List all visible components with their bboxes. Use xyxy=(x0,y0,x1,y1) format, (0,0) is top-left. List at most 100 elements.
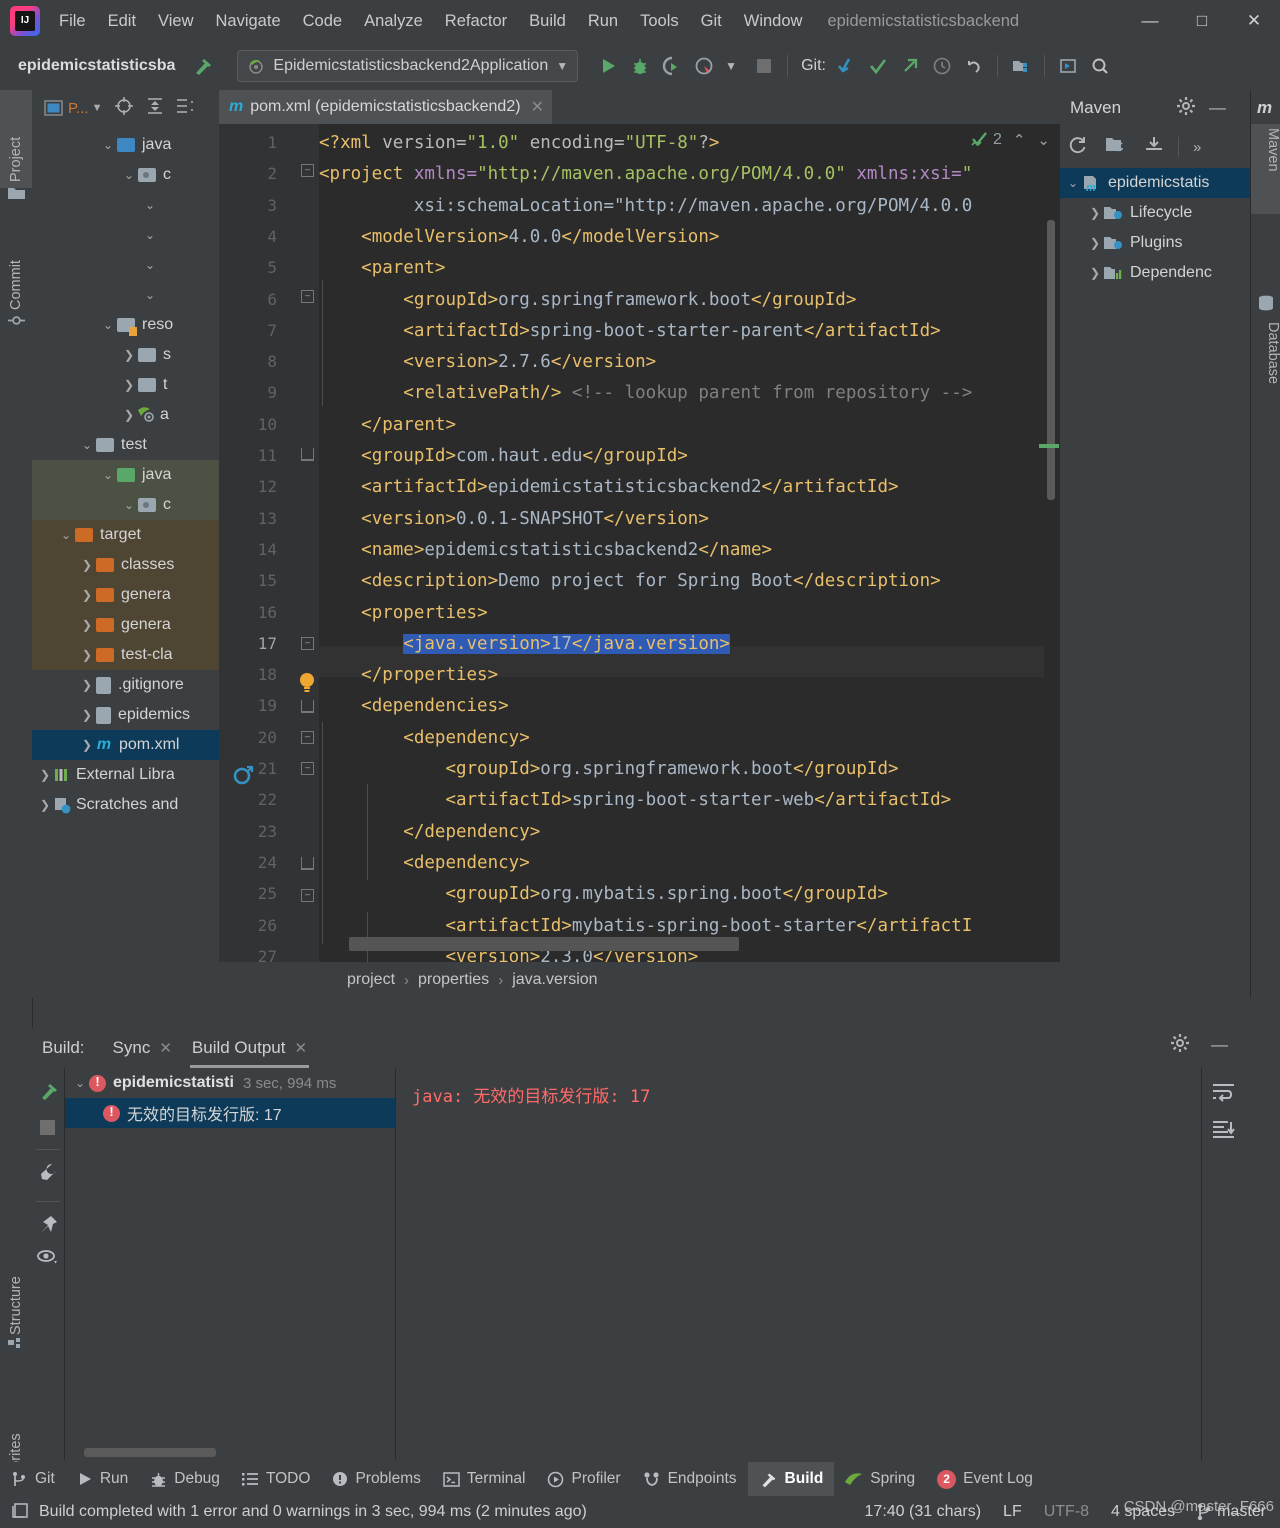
menu-item-build[interactable]: Build xyxy=(518,8,577,35)
code-line[interactable]: <?xml version="1.0" encoding="UTF-8"?> xyxy=(319,133,719,153)
build-hammer-icon[interactable] xyxy=(187,50,219,82)
encoding[interactable]: UTF-8 xyxy=(1044,1503,1089,1521)
fold-marker[interactable] xyxy=(301,857,314,870)
menu-item-refactor[interactable]: Refactor xyxy=(434,8,518,35)
select-in-icon[interactable] xyxy=(1052,50,1084,82)
code-line[interactable]: <groupId>org.springframework.boot</group… xyxy=(319,759,898,779)
code-line[interactable]: </dependency> xyxy=(319,822,540,842)
bottom-tab-terminal[interactable]: Terminal xyxy=(432,1462,537,1496)
bottom-tab-git[interactable]: Git xyxy=(0,1462,66,1496)
maven-reimport-icon[interactable] xyxy=(233,764,255,790)
close-icon[interactable]: ✕ xyxy=(159,1039,172,1057)
code-line[interactable]: <java.version>17</java.version> xyxy=(319,633,730,654)
fold-marker[interactable]: – xyxy=(301,637,314,650)
stop-icon[interactable] xyxy=(32,1106,64,1135)
chevron-down-icon[interactable]: ⌄ xyxy=(141,258,159,272)
build-tree-row[interactable]: ⌄ epidemicstatisti 3 sec, 994 ms xyxy=(65,1068,395,1098)
profile-button[interactable] xyxy=(688,50,720,82)
wrench-icon[interactable] xyxy=(32,1150,64,1187)
breadcrumb-item-project[interactable]: project xyxy=(347,971,395,989)
build-console[interactable]: java: 无效的目标发行版: 17 xyxy=(395,1068,1248,1460)
editor-gutter[interactable]: 1 2 3 4 5 6 7 8 9 10 11 12 13 14 15 16 17 18 19 20 21 22 23 24 2… xyxy=(219,124,319,966)
chevron-right-icon[interactable]: ❯ xyxy=(1086,236,1104,250)
bottom-tab-problems[interactable]: Problems xyxy=(321,1462,431,1496)
build-hammer-icon[interactable] xyxy=(32,1068,64,1106)
maven-tree-row[interactable]: ❯ Lifecycle xyxy=(1060,198,1250,228)
run-with-coverage-button[interactable] xyxy=(656,50,688,82)
editor-tab-pom-xml[interactable]: m pom.xml (epidemicstatisticsbackend2) ✕ xyxy=(219,90,552,124)
horizontal-scrollbar[interactable] xyxy=(349,937,739,951)
tree-row[interactable]: ⌄ c xyxy=(32,160,220,190)
chevron-down-icon[interactable]: ⌄ xyxy=(120,168,138,182)
tree-row[interactable]: ⌄ reso xyxy=(32,310,220,340)
tree-row[interactable]: ⌄ xyxy=(32,250,220,280)
menu-item-analyze[interactable]: Analyze xyxy=(353,8,434,35)
code-line[interactable]: </parent> xyxy=(319,415,456,435)
bottom-tab-spring[interactable]: Spring xyxy=(834,1462,926,1496)
chevron-down-icon[interactable]: ⌄ xyxy=(141,198,159,212)
breadcrumb-item-java-version[interactable]: java.version xyxy=(512,971,597,989)
code-line[interactable]: <groupId>org.mybatis.spring.boot</groupI… xyxy=(319,884,888,904)
chevron-right-icon[interactable]: ❯ xyxy=(120,408,138,422)
chevron-right-icon[interactable]: ❯ xyxy=(78,648,96,662)
fold-marker[interactable]: – xyxy=(301,762,314,775)
commit-icon[interactable] xyxy=(862,50,894,82)
tree-row[interactable]: ❯ .gitignore xyxy=(32,670,220,700)
chevron-down-icon[interactable]: ⌄ xyxy=(141,228,159,242)
chevron-right-icon[interactable]: ❯ xyxy=(120,348,138,362)
tree-row[interactable]: ❯ t xyxy=(32,370,220,400)
tree-row[interactable]: ⌄ xyxy=(32,220,220,250)
fold-marker[interactable] xyxy=(301,448,314,461)
menu-item-code[interactable]: Code xyxy=(292,8,353,35)
sidebar-item-structure[interactable]: Structure xyxy=(0,1220,32,1341)
chevron-down-icon[interactable]: ⌄ xyxy=(141,288,159,302)
maven-tree-row[interactable]: ❯ Dependenc xyxy=(1060,258,1250,288)
code-line[interactable]: <properties> xyxy=(319,603,487,623)
chevron-down-icon[interactable]: ⌄ xyxy=(78,438,96,452)
menu-item-git[interactable]: Git xyxy=(690,8,733,35)
code-line[interactable]: <artifactId>epidemicstatisticsbackend2</… xyxy=(319,477,898,497)
code-line[interactable]: <dependencies> xyxy=(319,696,509,716)
tab-sync[interactable]: Sync ✕ xyxy=(107,1028,178,1068)
code-content[interactable]: <?xml version="1.0" encoding="UTF-8"?> <p… xyxy=(319,124,1044,964)
menu-item-view[interactable]: View xyxy=(147,8,204,35)
soft-wrap-icon[interactable] xyxy=(1202,1068,1248,1106)
maven-tree-row[interactable]: ❯ Plugins xyxy=(1060,228,1250,258)
tree-row[interactable]: ❯ test-cla xyxy=(32,640,220,670)
eye-icon[interactable] xyxy=(32,1239,64,1269)
tree-row[interactable]: ⌄ java xyxy=(32,460,220,490)
fold-marker[interactable]: – xyxy=(301,731,314,744)
code-line[interactable]: <groupId>org.springframework.boot</group… xyxy=(319,290,856,310)
tree-row[interactable]: ⌄ target xyxy=(32,520,220,550)
code-line[interactable]: <project xmlns="http://maven.apache.org/… xyxy=(319,164,972,184)
bottom-tab-event-log[interactable]: 2 Event Log xyxy=(926,1462,1044,1496)
menu-item-run[interactable]: Run xyxy=(577,8,629,35)
next-issue-icon[interactable]: ⌄ xyxy=(1037,131,1050,149)
tree-row[interactable]: ❯ genera xyxy=(32,610,220,640)
search-everywhere-icon[interactable] xyxy=(1084,50,1116,82)
sidebar-item-project[interactable]: Project xyxy=(0,90,32,188)
code-line[interactable]: <parent> xyxy=(319,258,445,278)
chevron-right-icon[interactable]: ❯ xyxy=(1086,266,1104,280)
fold-marker[interactable] xyxy=(301,700,314,713)
push-icon[interactable] xyxy=(894,50,926,82)
chevron-right-icon[interactable]: ❯ xyxy=(78,558,96,572)
gear-icon[interactable] xyxy=(1177,97,1196,119)
run-button[interactable] xyxy=(592,50,624,82)
code-line[interactable]: <groupId>com.haut.edu</groupId> xyxy=(319,446,688,466)
collapse-all-icon[interactable] xyxy=(146,97,164,119)
code-line[interactable]: <version>0.0.1-SNAPSHOT</version> xyxy=(319,509,709,529)
inspection-widget[interactable]: 2 ⌃ ⌄ xyxy=(970,130,1050,149)
breadcrumb-item-properties[interactable]: properties xyxy=(418,971,489,989)
bottom-tab-todo[interactable]: TODO xyxy=(231,1462,322,1496)
minimize-button[interactable]: — xyxy=(1124,0,1176,42)
close-icon[interactable]: ✕ xyxy=(531,97,544,117)
menu-item-edit[interactable]: Edit xyxy=(97,8,147,35)
tree-row[interactable]: ⌄ xyxy=(32,280,220,310)
tab-build-output[interactable]: Build Output ✕ xyxy=(186,1028,313,1068)
chevron-down-icon[interactable]: ⌄ xyxy=(57,528,75,542)
code-line[interactable]: <description>Demo project for Spring Boo… xyxy=(319,571,941,591)
more-icon[interactable]: » xyxy=(1193,139,1201,156)
rollback-icon[interactable] xyxy=(958,50,990,82)
chevron-right-icon[interactable]: ❯ xyxy=(78,708,96,722)
